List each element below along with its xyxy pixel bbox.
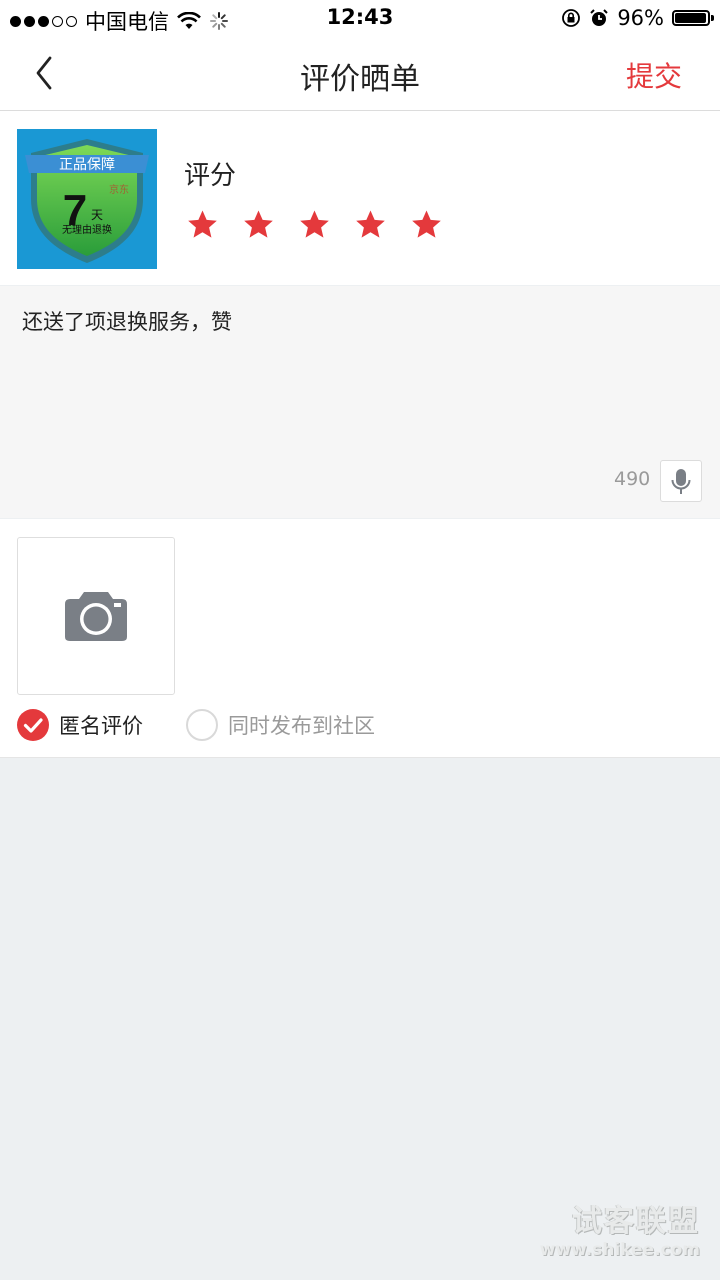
rotation-lock-icon [562, 9, 581, 27]
star-icon[interactable] [298, 208, 331, 241]
camera-icon [65, 592, 127, 641]
watermark-url: www.shikee.com [539, 1240, 700, 1260]
unchecked-circle-icon[interactable] [186, 709, 218, 741]
nav-bar: 评价晒单 提交 [0, 36, 720, 111]
badge-unit-text: 天 [91, 208, 103, 222]
status-right: 96% [561, 6, 714, 30]
star-icon[interactable] [354, 208, 387, 241]
alarm-icon [590, 9, 609, 26]
product-image: 正品保障 7 京东 天 无理由退换 [17, 129, 157, 269]
page-title: 评价晒单 [300, 62, 420, 97]
community-option[interactable]: 同时发布到社区 [186, 709, 375, 741]
microphone-icon [671, 469, 691, 494]
rating-label: 评分 [184, 161, 237, 191]
anonymous-label: 匿名评价 [59, 714, 143, 738]
char-count: 490 [614, 468, 651, 490]
product-section: 正品保障 7 京东 天 无理由退换 评分 [0, 111, 720, 285]
status-bar: 中国电信 12:43 96% [0, 0, 720, 36]
submit-button[interactable]: 提交 [626, 55, 682, 95]
badge-faint-text: 京东 [109, 183, 129, 196]
watermark-name: 试客联盟 [572, 1204, 700, 1239]
star-icon[interactable] [410, 208, 443, 241]
badge-bottom-text: 无理由退换 [62, 223, 112, 236]
badge-top-text: 正品保障 [59, 156, 115, 172]
voice-input-button[interactable] [660, 460, 702, 502]
star-icon[interactable] [186, 208, 219, 241]
anonymous-option[interactable]: 匿名评价 [17, 709, 143, 741]
review-textarea[interactable]: 还送了项退换服务，赞 [22, 306, 232, 336]
photo-section: 匿名评价 同时发布到社区 [0, 519, 720, 758]
battery-fill [675, 13, 706, 23]
battery-icon [672, 10, 714, 26]
review-section[interactable]: 还送了项退换服务，赞 490 [0, 286, 720, 518]
star-icon[interactable] [242, 208, 275, 241]
watermark: 试客联盟 www.shikee.com [540, 1196, 700, 1260]
add-photo-button[interactable] [17, 537, 175, 695]
battery-percent: 96% [617, 6, 664, 30]
star-rating[interactable] [186, 208, 443, 241]
checked-circle-icon[interactable] [17, 709, 49, 741]
community-label: 同时发布到社区 [228, 714, 375, 738]
